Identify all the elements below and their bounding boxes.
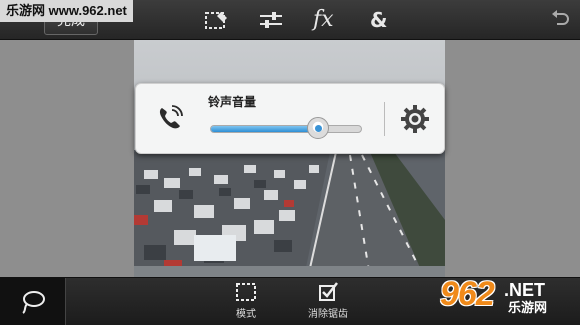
undo-icon[interactable] — [548, 8, 572, 32]
mode-button[interactable]: 模式 — [211, 282, 281, 324]
volume-slider-thumb[interactable] — [306, 117, 329, 139]
site-logo: 962 .NET 乐游网 — [440, 276, 576, 324]
watermark-text: 乐游网 www.962.net — [0, 0, 133, 22]
checkbox-icon — [319, 282, 338, 301]
logo-number: 962 — [440, 275, 495, 313]
volume-slider-track[interactable] — [210, 125, 362, 133]
lasso-button[interactable] — [0, 278, 66, 325]
antialias-label: 消除锯齿 — [308, 309, 348, 320]
dashed-square-icon — [236, 283, 256, 301]
volume-title: 铃声音量 — [208, 95, 257, 109]
gear-icon[interactable] — [400, 104, 430, 134]
mode-label: 模式 — [236, 309, 256, 320]
phone-icon — [156, 104, 184, 132]
panel-divider — [384, 102, 385, 136]
logo-net: .NET — [504, 280, 546, 300]
lasso-icon — [20, 290, 46, 314]
crop-icon[interactable] — [203, 9, 229, 31]
effects-button[interactable]: fx — [313, 9, 339, 31]
sliders-icon[interactable] — [258, 9, 284, 31]
photo-canvas[interactable] — [134, 40, 445, 277]
logo-cn: 乐游网 — [508, 301, 548, 316]
volume-slider-fill — [211, 126, 318, 132]
volume-panel: 铃声音量 — [135, 83, 445, 154]
antialias-toggle[interactable]: 消除锯齿 — [293, 282, 363, 324]
combine-button[interactable]: & — [370, 9, 396, 31]
